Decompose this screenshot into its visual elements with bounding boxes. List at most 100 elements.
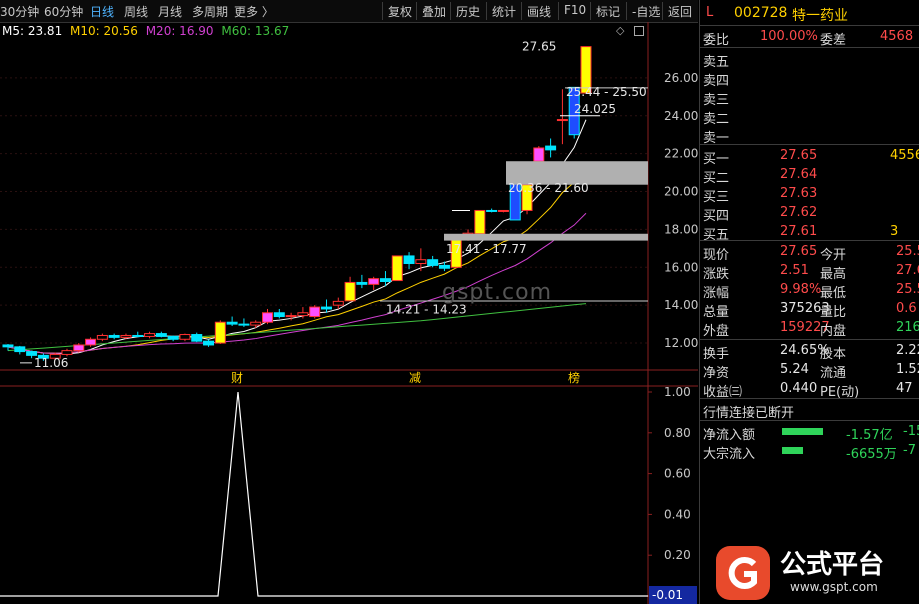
period-tab-4[interactable]: 月线 <box>158 3 182 20</box>
candle-body <box>73 344 85 352</box>
candle-body <box>191 334 203 342</box>
toolbar-button-1[interactable]: 叠加 <box>422 3 446 20</box>
ma-legend: M5: 23.81 M10: 20.56 M20: 16.90 M60: 13.… <box>2 24 289 38</box>
stat-label-2: 内盘 <box>820 324 847 339</box>
stat-value-2: 0.6 <box>896 301 917 316</box>
low-label: 11.06 <box>34 356 68 370</box>
gap1-sub-label: 24.025 <box>574 102 616 116</box>
candle-body <box>415 259 427 265</box>
logo-text: 公式平台 <box>780 550 885 580</box>
kline-chart[interactable]: 27.65 25.44 - 25.50 24.025 20.36 - 21.60 17.… <box>0 22 698 604</box>
candle-body <box>120 334 132 338</box>
price-axis-label: 26.00 <box>664 71 698 85</box>
toolbar-button-4[interactable]: 画线 <box>527 3 551 20</box>
flow-value: -6655万 <box>846 447 897 462</box>
bid-volume: 3 <box>890 224 899 239</box>
bid-row-0: 买一 27.65 4556 <box>700 146 919 167</box>
stat-row-3: 总量 375263 量比 0.6 <box>700 299 919 320</box>
gap1-label: 25.44 - 25.50 <box>566 85 647 99</box>
period-tab-3[interactable]: 周线 <box>124 3 148 20</box>
candle-body <box>144 333 156 337</box>
price-axis-label: 22.00 <box>664 147 698 161</box>
logo-url: www.gspt.com <box>790 580 878 594</box>
ratio-row: 委比 100.00% 委差 4568 <box>700 27 919 48</box>
candle-body <box>85 338 97 346</box>
candle-body <box>533 147 545 162</box>
candle-body <box>368 278 380 285</box>
indicator-axis-label: 0.40 <box>664 507 691 521</box>
candle-body <box>273 312 285 318</box>
candle-body <box>203 340 215 346</box>
period-tab-1[interactable]: 60分钟 <box>44 3 83 20</box>
price-axis-label: 18.00 <box>664 222 698 236</box>
flow-bar <box>782 428 823 435</box>
toolbar-button-7[interactable]: -自选 <box>632 3 660 20</box>
candle-body <box>179 334 191 340</box>
site-logo: 公式平台 www.gspt.com <box>714 540 919 604</box>
bid-price: 27.65 <box>780 148 818 163</box>
stat2-row-1: 净资5.24流通1.52 <box>700 360 919 381</box>
candle-body <box>427 259 439 266</box>
candle-body <box>26 351 38 356</box>
status-row: 行情连接已断开 <box>700 400 919 421</box>
toolbar-button-5[interactable]: F10 <box>564 3 586 17</box>
ma20-value: M20: 16.90 <box>145 24 214 38</box>
candle-body <box>356 281 368 285</box>
candle-body <box>262 312 274 323</box>
period-tab-5[interactable]: 多周期 <box>192 3 228 20</box>
stat-value-2: 21603 <box>896 320 919 335</box>
toolbar-button-0[interactable]: 复权 <box>388 3 412 20</box>
toolbar-button-6[interactable]: 标记 <box>596 3 620 20</box>
diff-value: 4568 <box>880 29 914 44</box>
candle-body <box>14 346 26 353</box>
toolbar-button-8[interactable]: 返回 <box>668 3 692 20</box>
bid-row-2: 买三 27.63 <box>700 184 919 205</box>
candle-body <box>474 209 486 235</box>
quote-header: L 002728 特一药业 <box>700 2 919 24</box>
maximize-icon[interactable] <box>634 26 644 36</box>
indicator-value: -0.01 <box>652 588 683 602</box>
ma10-value: M10: 20.56 <box>70 24 138 38</box>
candle-body <box>545 145 557 151</box>
candle-body <box>132 334 144 337</box>
stat-value-2: 25.5 <box>896 244 919 259</box>
gap-box-3 <box>444 233 648 241</box>
ask-row-1: 卖四 <box>700 68 919 89</box>
bid-price: 27.61 <box>780 224 818 239</box>
stat-row-0: 现价27.65今开25.5 <box>700 242 919 263</box>
candle-body <box>214 321 226 344</box>
indicator-axis-label: 0.20 <box>664 548 691 562</box>
period-tab-6[interactable]: 更多 〉 <box>234 3 274 20</box>
period-tab-2[interactable]: 日线 <box>90 3 114 20</box>
gap3-label: 17.41 - 17.77 <box>446 242 527 256</box>
indicator-axis-label: 1.00 <box>664 385 691 399</box>
candle-body <box>108 334 120 338</box>
diamond-icon[interactable]: ◇ <box>616 24 624 37</box>
ma10-line <box>7 163 587 354</box>
candle-body <box>438 264 450 269</box>
stat2-row-0: 换手24.65%股本2.22 <box>700 341 919 362</box>
candle-body <box>167 335 179 340</box>
candle-body <box>379 278 391 282</box>
candle-body <box>486 209 498 212</box>
price-axis-label: 24.00 <box>664 109 698 123</box>
diff-label: 委差 <box>820 33 847 48</box>
candle-body <box>297 312 309 317</box>
flow-label: 大宗流入 <box>703 447 756 462</box>
candle-body <box>556 119 568 122</box>
event-marker-2: 榜 <box>568 370 580 385</box>
price-axis-label: 20.00 <box>664 185 698 199</box>
flow-row-1: 大宗流入 -6655万 -7 <box>700 441 919 462</box>
stat2-value-2: 2.22 <box>896 343 919 358</box>
toolbar-button-2[interactable]: 历史 <box>456 3 480 20</box>
candle-body <box>391 255 403 282</box>
candle-body <box>155 333 167 337</box>
toolbar-button-3[interactable]: 统计 <box>492 3 516 20</box>
indicator-line <box>0 391 648 597</box>
candle-body <box>332 300 344 306</box>
period-tab-0[interactable]: 30分钟 <box>0 3 39 20</box>
quote-panel: L 002728 特一药业 委比 100.00% 委差 4568 卖五 卖四 卖三卖… <box>699 0 919 604</box>
bid-volume: 4556 <box>890 148 919 163</box>
ask-row-4: 卖一 <box>700 125 919 146</box>
candle-body <box>96 334 108 340</box>
